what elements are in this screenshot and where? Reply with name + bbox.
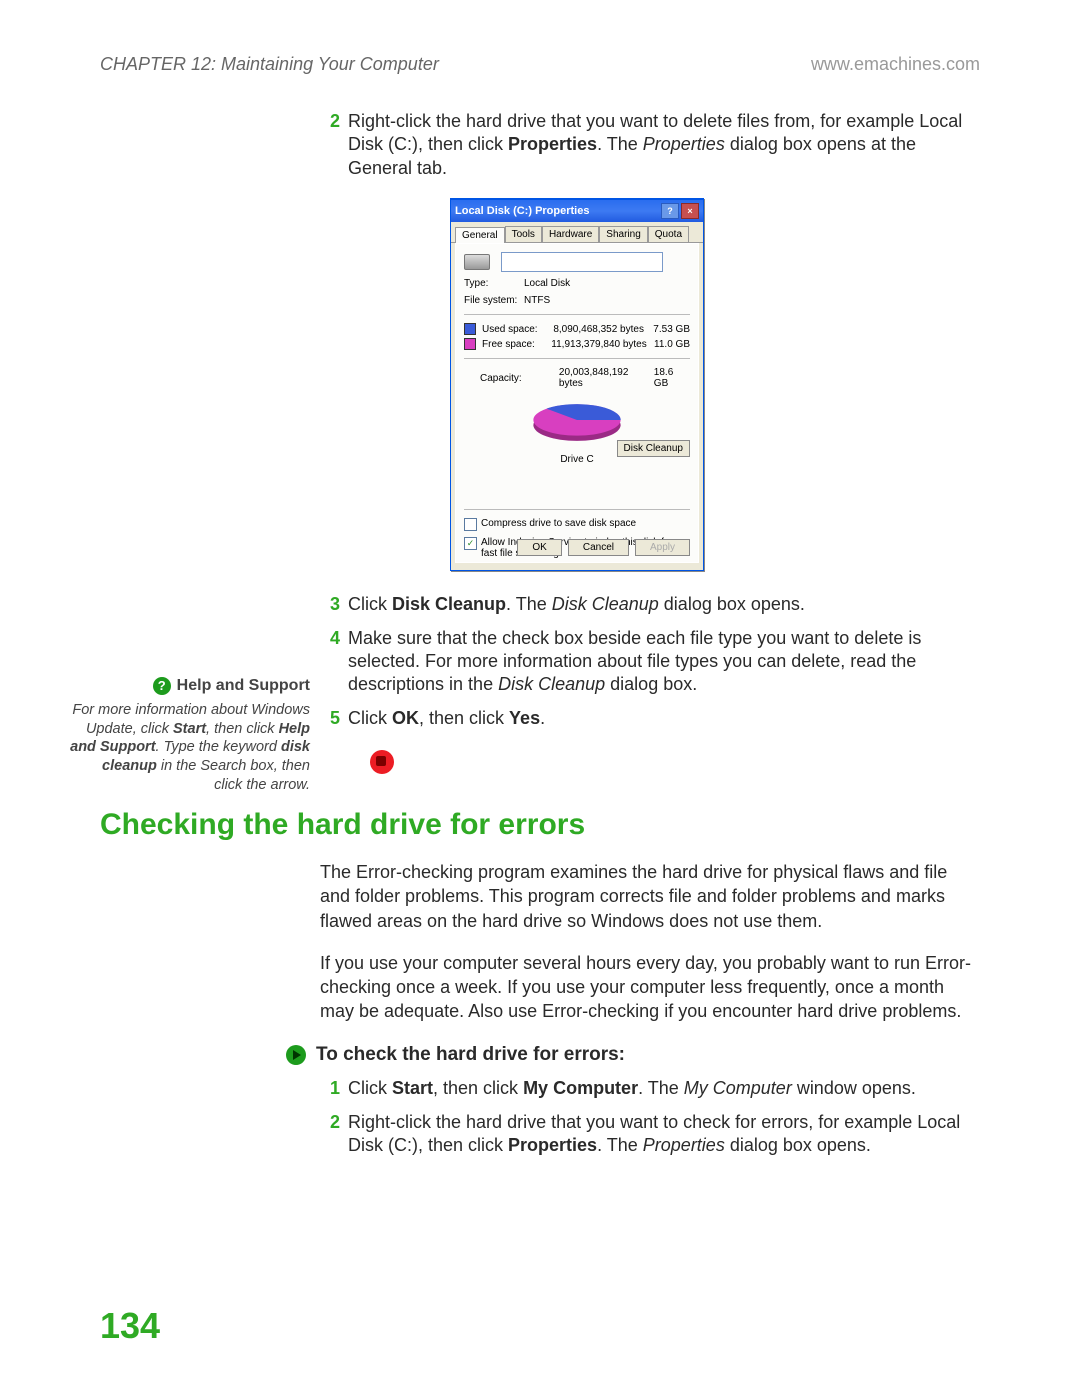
pie-chart [522, 399, 632, 447]
tab-tools[interactable]: Tools [505, 226, 542, 242]
used-swatch [464, 323, 476, 335]
apply-button[interactable]: Apply [635, 539, 690, 556]
disk-cleanup-button[interactable]: Disk Cleanup [617, 440, 690, 457]
close-icon[interactable]: × [681, 203, 699, 219]
dialog-tabs: General Tools Hardware Sharing Quota [451, 222, 703, 243]
checkbox-icon[interactable]: ✓ [464, 537, 477, 550]
tab-general[interactable]: General [455, 227, 505, 243]
stop-icon [370, 750, 394, 774]
help-body: For more information about Windows Updat… [70, 701, 310, 795]
chapter-title: CHAPTER 12: Maintaining Your Computer [100, 54, 439, 75]
compress-checkbox-row[interactable]: Compress drive to save disk space [464, 518, 690, 531]
capacity-row: Capacity: 20,003,848,192 bytes 18.6 GB [464, 367, 690, 389]
step-4: 4 Make sure that the check box beside ea… [320, 627, 980, 697]
drive-icon [464, 254, 490, 270]
step-2: 2 Right-click the hard drive that you wa… [320, 110, 980, 180]
errcheck-step-2: 2 Right-click the hard drive that you wa… [320, 1111, 980, 1158]
help-icon[interactable]: ? [661, 203, 679, 219]
step-5: 5 Click OK, then click Yes. [320, 707, 980, 730]
free-swatch [464, 338, 476, 350]
dialog-title: Local Disk (C:) Properties [455, 205, 589, 217]
page-number: 134 [100, 1305, 160, 1347]
section-p2: If you use your computer several hours e… [320, 951, 980, 1024]
used-space-row: Used space: 8,090,468,352 bytes 7.53 GB [464, 323, 690, 335]
ok-button[interactable]: OK [517, 539, 561, 556]
drive-label-input[interactable] [501, 252, 663, 272]
dialog-titlebar: Local Disk (C:) Properties ? × [451, 200, 703, 222]
step-3: 3 Click Disk Cleanup. The Disk Cleanup d… [320, 593, 980, 616]
section-p1: The Error-checking program examines the … [320, 860, 980, 933]
step-2-text: Right-click the hard drive that you want… [348, 110, 980, 180]
help-and-support-sidebar: ? Help and Support For more information … [70, 676, 310, 795]
header-url: www.emachines.com [811, 54, 980, 75]
question-icon: ? [153, 677, 171, 695]
cancel-button[interactable]: Cancel [568, 539, 629, 556]
properties-dialog: Local Disk (C:) Properties ? × General T… [450, 198, 704, 571]
tab-sharing[interactable]: Sharing [599, 226, 647, 242]
tab-quota[interactable]: Quota [648, 226, 689, 242]
errcheck-step-1: 1 Click Start, then click My Computer. T… [320, 1077, 980, 1100]
tab-hardware[interactable]: Hardware [542, 226, 599, 242]
checkbox-icon[interactable] [464, 518, 477, 531]
procedure-title: To check the hard drive for errors: [316, 1042, 625, 1068]
play-icon [286, 1045, 306, 1065]
free-space-row: Free space: 11,913,379,840 bytes 11.0 GB [464, 338, 690, 350]
section-heading: Checking the hard drive for errors [100, 808, 585, 842]
